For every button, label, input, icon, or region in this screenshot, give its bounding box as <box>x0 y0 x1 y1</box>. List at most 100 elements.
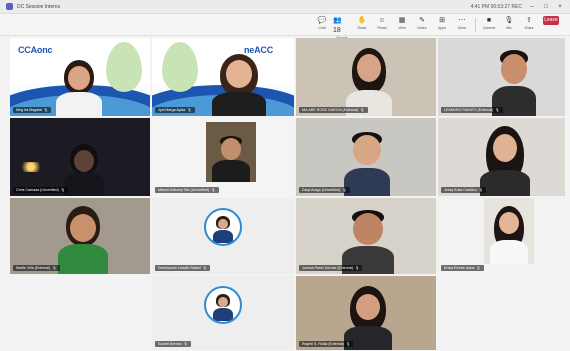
mic-icon: 🎙 <box>345 342 351 346</box>
toolbar-button-label: Camera <box>482 26 496 30</box>
mic-icon: 🎙 <box>504 17 514 24</box>
participant-name: Marcel Anthony Tan (Unverified) 🎙 <box>155 187 219 193</box>
people-icon: 👥 18 <box>333 17 342 34</box>
participant-video <box>344 132 390 196</box>
participant-name: Jessy Kriss Caridton 🎙 <box>441 187 487 193</box>
toolbar-button-label: React <box>377 26 387 30</box>
toolbar-raise-button[interactable]: ✋ Raise <box>353 16 371 34</box>
toolbar-button-label: Raise <box>357 26 367 30</box>
share-icon: ⇪ <box>526 17 532 24</box>
notes-icon: ✎ <box>419 17 425 24</box>
close-icon[interactable]: × <box>556 3 564 11</box>
participant-video <box>490 206 528 264</box>
participant-name: Marife Villa (External) 🎙 <box>13 265 60 271</box>
participant-video <box>58 206 108 274</box>
mic-icon: 🎙 <box>202 266 208 270</box>
participant-name: Krista Renee Uaua 🎙 <box>441 265 484 271</box>
mic-icon: 🎙 <box>52 266 57 270</box>
participant-name: Scarlet Berrios 🎙 <box>155 341 192 347</box>
participant-video <box>212 136 250 182</box>
toolbar-notes-button[interactable]: ✎ Notes <box>413 16 431 34</box>
meeting-toolbar: 💬 Chat 👥 18People ✋ Raise ☺ React ▦ View ✎ Notes ⊞ A… <box>0 14 570 40</box>
brand-logo: CCAᴏnᴄ <box>18 45 53 55</box>
participant-name: Joshua Paolo Deruse (External) 🎙 <box>299 265 363 271</box>
mic-icon: 🎙 <box>43 108 49 112</box>
participant-name: Chris Carnada (Unverified) 🎙 <box>13 187 69 193</box>
avatar-face <box>218 296 228 308</box>
avatar-body <box>213 229 233 244</box>
participant-tile[interactable]: Joshua Paolo Deruse (External) 🎙 <box>296 198 436 274</box>
meeting-window: DC Session Interns 4:41 PM 00:53:27 REC … <box>0 0 570 351</box>
mic-icon: 🎙 <box>495 108 500 112</box>
meeting-title: DC Session Interns <box>17 3 61 10</box>
toolbar-camera-button[interactable]: ■ Camera <box>480 16 498 34</box>
participant-name: Jyel Marga Ayala 🎙 <box>155 107 195 113</box>
avatar-face <box>218 218 228 230</box>
participant-tile[interactable]: Marife Villa (External) 🎙 <box>10 198 150 274</box>
avatar-body <box>213 307 233 322</box>
toolbar-separator <box>475 18 476 32</box>
toolbar-share-button[interactable]: ⇪ Share <box>520 16 538 34</box>
participant-tile[interactable]: Scarlet Berrios 🎙 <box>152 276 294 350</box>
toolbar-more-button[interactable]: ⋯ More <box>453 16 471 34</box>
react-icon: ☺ <box>378 17 386 24</box>
participant-avatar <box>204 286 242 324</box>
participant-tile[interactable]: Daryl Arago (Unverified) 🎙 <box>296 118 436 196</box>
mic-icon: 🎙 <box>360 108 365 112</box>
participant-tile[interactable]: Raymil S. Rullia (External) 🎙 <box>296 276 436 350</box>
leaf-decoration <box>162 42 198 92</box>
participant-tile[interactable]: Jessy Kriss Caridton 🎙 <box>438 118 565 196</box>
participant-tile[interactable]: Chris Carnada (Unverified) 🎙 <box>10 118 150 196</box>
toolbar-button-label: More <box>458 26 466 30</box>
leave-label: Leave <box>543 16 559 25</box>
participant-name: Raymil S. Rullia (External) 🎙 <box>299 341 354 347</box>
mic-icon: 🎙 <box>354 266 360 270</box>
apps-icon: ⊞ <box>439 17 445 24</box>
maximize-icon[interactable]: □ <box>542 3 550 11</box>
participant-tile[interactable]: CCAᴏnᴄ Meg Ira Magalal 🎙 <box>10 38 150 116</box>
toolbar-button-label: Apps <box>438 26 446 30</box>
participant-name: MA.ARE ROSE GARCIA (External) 🎙 <box>299 107 368 113</box>
participant-tile[interactable]: neACC Jyel Marga Ayala 🎙 <box>152 38 294 116</box>
participant-tile[interactable]: MA.ARE ROSE GARCIA (External) 🎙 <box>296 38 436 116</box>
toolbar-button-label: Mic <box>506 26 512 30</box>
mic-icon: 🎙 <box>211 188 216 192</box>
more-icon: ⋯ <box>458 17 466 24</box>
participant-grid: CCAᴏnᴄ Meg Ira Magalal 🎙 neACC Jyel Marga… <box>10 38 565 350</box>
participant-tile[interactable]: LEANDRO PARATO (External) 🎙 <box>438 38 565 116</box>
minimize-icon[interactable]: – <box>528 3 536 11</box>
toolbar-button-label: Share <box>524 26 534 30</box>
mic-icon: 🎙 <box>60 188 66 192</box>
toolbar-people-button[interactable]: 👥 18People <box>333 16 351 40</box>
meeting-status: 4:41 PM 00:53:27 REC <box>470 3 522 10</box>
mic-icon: 🎙 <box>187 108 192 112</box>
mic-icon: 🎙 <box>342 188 347 192</box>
toolbar-chat-button[interactable]: 💬 Chat <box>313 16 331 34</box>
camera-icon: ■ <box>486 17 492 24</box>
leaf-decoration <box>106 42 142 92</box>
toolbar-mic-button[interactable]: 🎙 Mic <box>500 16 518 34</box>
participant-tile[interactable]: Decelyanne Ucadth Rafael 🎙 <box>152 198 294 274</box>
toolbar-apps-button[interactable]: ⊞ Apps <box>433 16 451 34</box>
title-bar-right: 4:41 PM 00:53:27 REC – □ × <box>471 3 564 11</box>
mic-icon: 🎙 <box>476 266 481 270</box>
leave-button[interactable]: Leave <box>540 16 562 34</box>
toolbar-button-label: View <box>398 26 406 30</box>
mic-icon: 🎙 <box>183 342 189 346</box>
participant-video <box>212 54 266 116</box>
toolbar-button-label: Chat <box>318 26 326 30</box>
mic-icon: 🎙 <box>478 188 484 192</box>
toolbar-view-button[interactable]: ▦ View <box>393 16 411 34</box>
participant-video <box>64 144 104 196</box>
string-lights <box>16 162 46 172</box>
participant-name: Meg Ira Magalal 🎙 <box>13 107 52 113</box>
video-feed <box>206 122 256 182</box>
participant-tile[interactable]: Krista Renee Uaua 🎙 <box>438 198 565 274</box>
participant-name: Daryl Arago (Unverified) 🎙 <box>299 187 350 193</box>
participant-tile[interactable]: Marcel Anthony Tan (Unverified) 🎙 <box>152 118 294 196</box>
view-icon: ▦ <box>398 17 406 24</box>
participant-avatar <box>204 208 242 246</box>
meeting-controls: 💬 Chat 👥 18People ✋ Raise ☺ React ▦ View ✎ Notes ⊞ A… <box>313 16 562 40</box>
participant-video <box>346 48 392 116</box>
toolbar-react-button[interactable]: ☺ React <box>373 16 391 34</box>
